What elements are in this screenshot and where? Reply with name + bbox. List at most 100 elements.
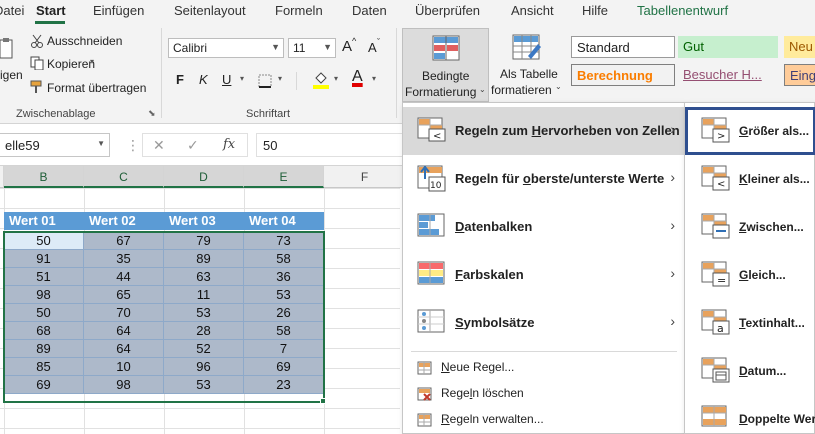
tab-view[interactable]: Ansicht	[511, 3, 554, 18]
shrink-font-button[interactable]: A	[368, 40, 377, 55]
column-header-e[interactable]: E	[244, 166, 324, 188]
table-cell[interactable]: 51	[4, 268, 84, 286]
table-cell[interactable]: 89	[164, 250, 244, 268]
table-cell[interactable]: 35	[84, 250, 164, 268]
copy-button[interactable]: Kopieren	[47, 57, 95, 71]
menu-item-highlight-rules[interactable]: < Regeln zum Hervorheben von Zellen ›	[403, 107, 685, 155]
cancel-icon[interactable]: ✕	[153, 137, 165, 154]
column-header-f[interactable]: F	[324, 166, 406, 188]
table-cell[interactable]: 91	[4, 250, 84, 268]
conditional-formatting-button[interactable]: Bedingte Formatierung ⌄	[402, 28, 489, 102]
table-cell[interactable]: 98	[84, 376, 164, 394]
underline-button[interactable]: U	[222, 72, 231, 87]
font-size-select[interactable]: 11 ▼	[288, 38, 336, 58]
submenu-item-between[interactable]: Zwischen...	[685, 203, 815, 251]
fill-handle[interactable]	[320, 398, 326, 404]
formula-input[interactable]: 50	[256, 133, 406, 157]
table-cell[interactable]: 89	[4, 340, 84, 358]
menu-item-data-bars[interactable]: Datenbalken ›	[403, 203, 685, 251]
table-cell[interactable]: 63	[164, 268, 244, 286]
insert-function-icon[interactable]: fx	[223, 137, 235, 152]
table-cell[interactable]: 79	[164, 232, 244, 250]
table-cell[interactable]: 36	[244, 268, 324, 286]
table-cell[interactable]: 73	[244, 232, 324, 250]
column-header-b[interactable]: B	[4, 166, 84, 188]
borders-icon[interactable]	[258, 74, 274, 88]
style-besucher-hyperlink[interactable]: Besucher H...	[678, 64, 778, 86]
italic-button[interactable]: K	[199, 72, 208, 87]
tab-data[interactable]: Daten	[352, 3, 387, 18]
bold-button[interactable]: F	[176, 72, 184, 87]
table-header-cell[interactable]: Wert 04	[244, 212, 324, 230]
style-eingabe[interactable]: Eing	[784, 64, 815, 86]
font-family-select[interactable]: Calibri ▼	[168, 38, 284, 58]
menu-item-clear-rules[interactable]: Regeln löschen	[403, 381, 685, 407]
table-cell[interactable]: 58	[244, 322, 324, 340]
table-cell[interactable]: 65	[84, 286, 164, 304]
style-berechnung[interactable]: Berechnung	[571, 64, 675, 86]
tab-insert[interactable]: Einfügen	[93, 3, 144, 18]
copy-dropdown-icon[interactable]: ▾	[90, 57, 94, 66]
submenu-item-less-than[interactable]: < Kleiner als...	[685, 155, 815, 203]
table-header-cell[interactable]: Wert 02	[84, 212, 164, 230]
tab-file[interactable]: Datei	[0, 3, 24, 18]
table-cell[interactable]: 64	[84, 340, 164, 358]
tab-table-design[interactable]: Tabellenentwurf	[637, 3, 728, 18]
style-gut[interactable]: Gut	[678, 36, 778, 58]
submenu-item-greater-than[interactable]: > Größer als...	[685, 107, 815, 155]
style-standard[interactable]: Standard	[571, 36, 675, 58]
table-cell[interactable]: 68	[4, 322, 84, 340]
table-cell[interactable]: 98	[4, 286, 84, 304]
table-cell[interactable]: 67	[84, 232, 164, 250]
underline-dropdown-icon[interactable]: ▾	[240, 74, 244, 83]
tab-formulas[interactable]: Formeln	[275, 3, 323, 18]
table-cell[interactable]: 7	[244, 340, 324, 358]
paste-icon[interactable]	[0, 38, 14, 60]
table-cell[interactable]: 28	[164, 322, 244, 340]
menu-item-color-scales[interactable]: Farbskalen ›	[403, 251, 685, 299]
table-cell[interactable]: 50	[4, 304, 84, 322]
table-cell[interactable]: 53	[244, 286, 324, 304]
font-color-dropdown-icon[interactable]: ▾	[372, 74, 376, 83]
menu-item-icon-sets[interactable]: Symbolsätze ›	[403, 299, 685, 347]
confirm-icon[interactable]: ✓	[187, 137, 199, 154]
format-painter-button[interactable]: Format übertragen	[47, 81, 146, 95]
column-header-c[interactable]: C	[84, 166, 164, 188]
table-cell[interactable]: 85	[4, 358, 84, 376]
cut-button[interactable]: Ausschneiden	[47, 34, 122, 48]
table-cell[interactable]: 44	[84, 268, 164, 286]
table-cell[interactable]: 23	[244, 376, 324, 394]
table-cell[interactable]: 11	[164, 286, 244, 304]
tab-help[interactable]: Hilfe	[582, 3, 608, 18]
submenu-item-date[interactable]: Datum...	[685, 347, 815, 395]
table-cell[interactable]: 64	[84, 322, 164, 340]
submenu-item-text-contains[interactable]: a Textinhalt...	[685, 299, 815, 347]
tab-review[interactable]: Überprüfen	[415, 3, 480, 18]
table-cell[interactable]: 26	[244, 304, 324, 322]
table-cell[interactable]: 10	[84, 358, 164, 376]
table-cell[interactable]: 69	[4, 376, 84, 394]
submenu-item-equal[interactable]: = Gleich...	[685, 251, 815, 299]
style-neutral[interactable]: Neu	[784, 36, 815, 58]
format-as-table-label-1[interactable]: Als Tabelle	[500, 67, 558, 81]
menu-item-new-rule[interactable]: Neue Regel...	[403, 355, 685, 381]
menu-item-top-bottom-rules[interactable]: 10 Regeln für oberste/unterste Werte ›	[403, 155, 685, 203]
font-color-button[interactable]: A	[352, 68, 363, 86]
worksheet-grid[interactable]: B C D E F Wert 01 Wert 02 Wert 03 Wert 0…	[0, 166, 406, 434]
table-cell[interactable]: 96	[164, 358, 244, 376]
clipboard-launcher-icon[interactable]: ⬊	[148, 108, 156, 119]
paste-button-label[interactable]: igen	[0, 68, 23, 82]
submenu-item-duplicates[interactable]: Doppelte Wer	[685, 395, 815, 434]
menu-item-manage-rules[interactable]: Regeln verwalten...	[403, 407, 685, 433]
table-cell[interactable]: 53	[164, 376, 244, 394]
table-header-cell[interactable]: Wert 03	[164, 212, 244, 230]
format-as-table-label-2[interactable]: formatieren	[491, 83, 552, 97]
grow-font-button[interactable]: A	[342, 38, 352, 55]
column-header-d[interactable]: D	[164, 166, 244, 188]
tab-page-layout[interactable]: Seitenlayout	[174, 3, 246, 18]
active-cell[interactable]: 50	[4, 232, 84, 250]
table-cell[interactable]: 52	[164, 340, 244, 358]
table-cell[interactable]: 53	[164, 304, 244, 322]
table-header-cell[interactable]: Wert 01	[4, 212, 84, 230]
table-cell[interactable]: 69	[244, 358, 324, 376]
